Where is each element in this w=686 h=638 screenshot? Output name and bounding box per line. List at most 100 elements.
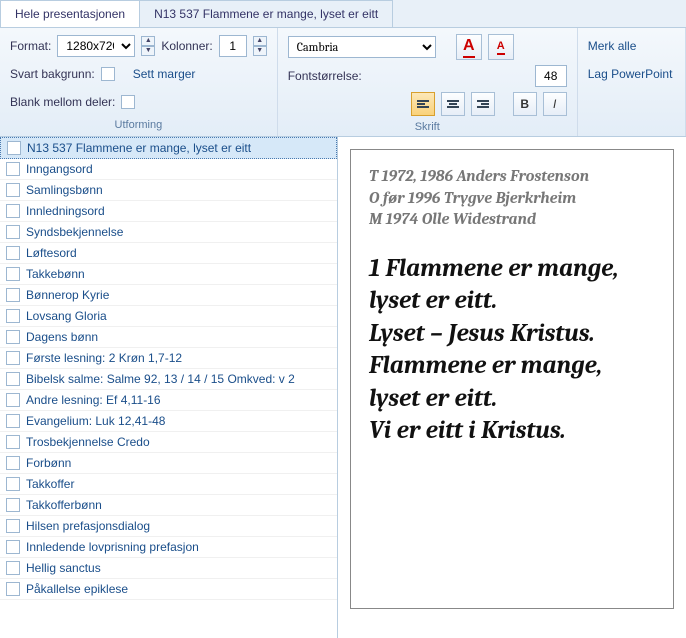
list-item-checkbox[interactable] <box>6 330 20 344</box>
list-item-checkbox[interactable] <box>6 435 20 449</box>
list-item-label: Takkebønn <box>26 267 85 281</box>
list-item-label: Lovsang Gloria <box>26 309 107 323</box>
list-item-label: Bibelsk salme: Salme 92, 13 / 14 / 15 Om… <box>26 372 295 386</box>
align-center-button[interactable] <box>441 92 465 116</box>
list-item[interactable]: Innledende lovprisning prefasjon <box>0 537 337 558</box>
list-item[interactable]: N13 537 Flammene er mange, lyset er eitt <box>0 137 337 159</box>
list-item[interactable]: Syndsbekjennelse <box>0 222 337 243</box>
format-label: Format: <box>10 39 51 53</box>
italic-button[interactable]: I <box>543 92 567 116</box>
list-item-checkbox[interactable] <box>6 561 20 575</box>
list-item[interactable]: Samlingsbønn <box>0 180 337 201</box>
set-margins-link[interactable]: Sett marger <box>133 67 196 81</box>
fontsize-input[interactable] <box>535 65 567 87</box>
make-powerpoint-link[interactable]: Lag PowerPoint <box>588 67 673 81</box>
list-item-checkbox[interactable] <box>6 183 20 197</box>
list-item-checkbox[interactable] <box>6 540 20 554</box>
list-item[interactable]: Trosbekjennelse Credo <box>0 432 337 453</box>
ribbon: Format: 1280x720 ▲▼ Kolonner: ▲▼ Svart b… <box>0 28 686 137</box>
verse-line: 1 Flammene er mange, lyset er eitt. <box>369 253 655 318</box>
list-item-checkbox[interactable] <box>6 204 20 218</box>
list-item-checkbox[interactable] <box>6 519 20 533</box>
list-item[interactable]: Påkallelse epiklese <box>0 579 337 600</box>
blank-between-label: Blank mellom deler: <box>10 95 115 109</box>
list-item-checkbox[interactable] <box>6 393 20 407</box>
list-item-label: Takkofferbønn <box>26 498 102 512</box>
list-item-checkbox[interactable] <box>6 225 20 239</box>
tab-whole-presentation[interactable]: Hele presentasjonen <box>0 0 140 27</box>
increase-font-button[interactable]: A <box>456 34 482 60</box>
list-item-label: Bønnerop Kyrie <box>26 288 109 302</box>
tab-current-item[interactable]: N13 537 Flammene er mange, lyset er eitt <box>140 0 393 27</box>
group-font-title: Skrift <box>288 118 567 134</box>
list-item-label: Inngangsord <box>26 162 93 176</box>
decrease-font-button[interactable]: A <box>488 34 514 60</box>
list-item[interactable]: Takkoffer <box>0 474 337 495</box>
list-item-checkbox[interactable] <box>6 162 20 176</box>
list-item-label: Innledende lovprisning prefasjon <box>26 540 199 554</box>
list-item-checkbox[interactable] <box>6 351 20 365</box>
tab-bar: Hele presentasjonen N13 537 Flammene er … <box>0 0 686 28</box>
list-item-label: N13 537 Flammene er mange, lyset er eitt <box>27 141 251 155</box>
list-item[interactable]: Hellig sanctus <box>0 558 337 579</box>
list-item[interactable]: Andre lesning: Ef 4,11-16 <box>0 390 337 411</box>
list-item[interactable]: Bønnerop Kyrie <box>0 285 337 306</box>
list-item[interactable]: Hilsen prefasjonsdialog <box>0 516 337 537</box>
list-item-checkbox[interactable] <box>6 246 20 260</box>
columns-label: Kolonner: <box>161 39 212 53</box>
credit-line: O før 1996 Trygve Bjerkrheim <box>369 188 655 210</box>
list-item[interactable]: Inngangsord <box>0 159 337 180</box>
format-select[interactable]: 1280x720 <box>57 35 135 57</box>
columns-spin[interactable]: ▲▼ <box>253 36 267 56</box>
list-item[interactable]: Innledningsord <box>0 201 337 222</box>
list-item[interactable]: Bibelsk salme: Salme 92, 13 / 14 / 15 Om… <box>0 369 337 390</box>
list-item[interactable]: Første lesning: 2 Krøn 1,7-12 <box>0 348 337 369</box>
list-item[interactable]: Dagens bønn <box>0 327 337 348</box>
list-item-checkbox[interactable] <box>6 372 20 386</box>
list-item[interactable]: Takkebønn <box>0 264 337 285</box>
blackbg-checkbox[interactable] <box>101 67 115 81</box>
format-spin[interactable]: ▲▼ <box>141 36 155 56</box>
list-item-label: Innledningsord <box>26 204 105 218</box>
list-item-checkbox[interactable] <box>6 267 20 281</box>
list-item[interactable]: Lovsang Gloria <box>0 306 337 327</box>
list-item-label: Samlingsbønn <box>26 183 103 197</box>
list-item-label: Takkoffer <box>26 477 74 491</box>
bold-button[interactable]: B <box>513 92 537 116</box>
verse-line: Vi er eitt i Kristus. <box>369 415 655 448</box>
list-item[interactable]: Løftesord <box>0 243 337 264</box>
align-right-button[interactable] <box>471 92 495 116</box>
list-item-checkbox[interactable] <box>6 498 20 512</box>
align-left-button[interactable] <box>411 92 435 116</box>
credit-line: M 1974 Olle Widestrand <box>369 209 655 231</box>
blank-between-checkbox[interactable] <box>121 95 135 109</box>
list-item[interactable]: Forbønn <box>0 453 337 474</box>
list-item-label: Hellig sanctus <box>26 561 101 575</box>
list-item-checkbox[interactable] <box>6 288 20 302</box>
fontsize-label: Fontstørrelse: <box>288 69 362 83</box>
list-item-checkbox[interactable] <box>7 141 21 155</box>
list-item[interactable]: Takkofferbønn <box>0 495 337 516</box>
list-item-label: Hilsen prefasjonsdialog <box>26 519 150 533</box>
list-item-checkbox[interactable] <box>6 456 20 470</box>
list-item-checkbox[interactable] <box>6 582 20 596</box>
list-item-label: Dagens bønn <box>26 330 98 344</box>
preview-pane: T 1972, 1986 Anders Frostenson O før 199… <box>338 137 686 638</box>
verse-line: Flammene er mange, lyset er eitt. <box>369 350 655 415</box>
columns-input[interactable] <box>219 35 247 57</box>
list-item-checkbox[interactable] <box>6 477 20 491</box>
list-item-label: Forbønn <box>26 456 71 470</box>
list-item-label: Løftesord <box>26 246 77 260</box>
list-item-label: Evangelium: Luk 12,41-48 <box>26 414 165 428</box>
list-item-checkbox[interactable] <box>6 414 20 428</box>
font-family-select[interactable]: Cambria <box>288 36 436 58</box>
list-item-checkbox[interactable] <box>6 309 20 323</box>
list-item-label: Trosbekjennelse Credo <box>26 435 150 449</box>
list-item[interactable]: Evangelium: Luk 12,41-48 <box>0 411 337 432</box>
item-list[interactable]: N13 537 Flammene er mange, lyset er eitt… <box>0 137 338 638</box>
list-item-label: Syndsbekjennelse <box>26 225 123 239</box>
list-item-label: Første lesning: 2 Krøn 1,7-12 <box>26 351 182 365</box>
mark-all-link[interactable]: Merk alle <box>588 39 637 53</box>
verse-line: Lyset – Jesus Kristus. <box>369 318 655 351</box>
group-design-title: Utforming <box>10 116 267 132</box>
